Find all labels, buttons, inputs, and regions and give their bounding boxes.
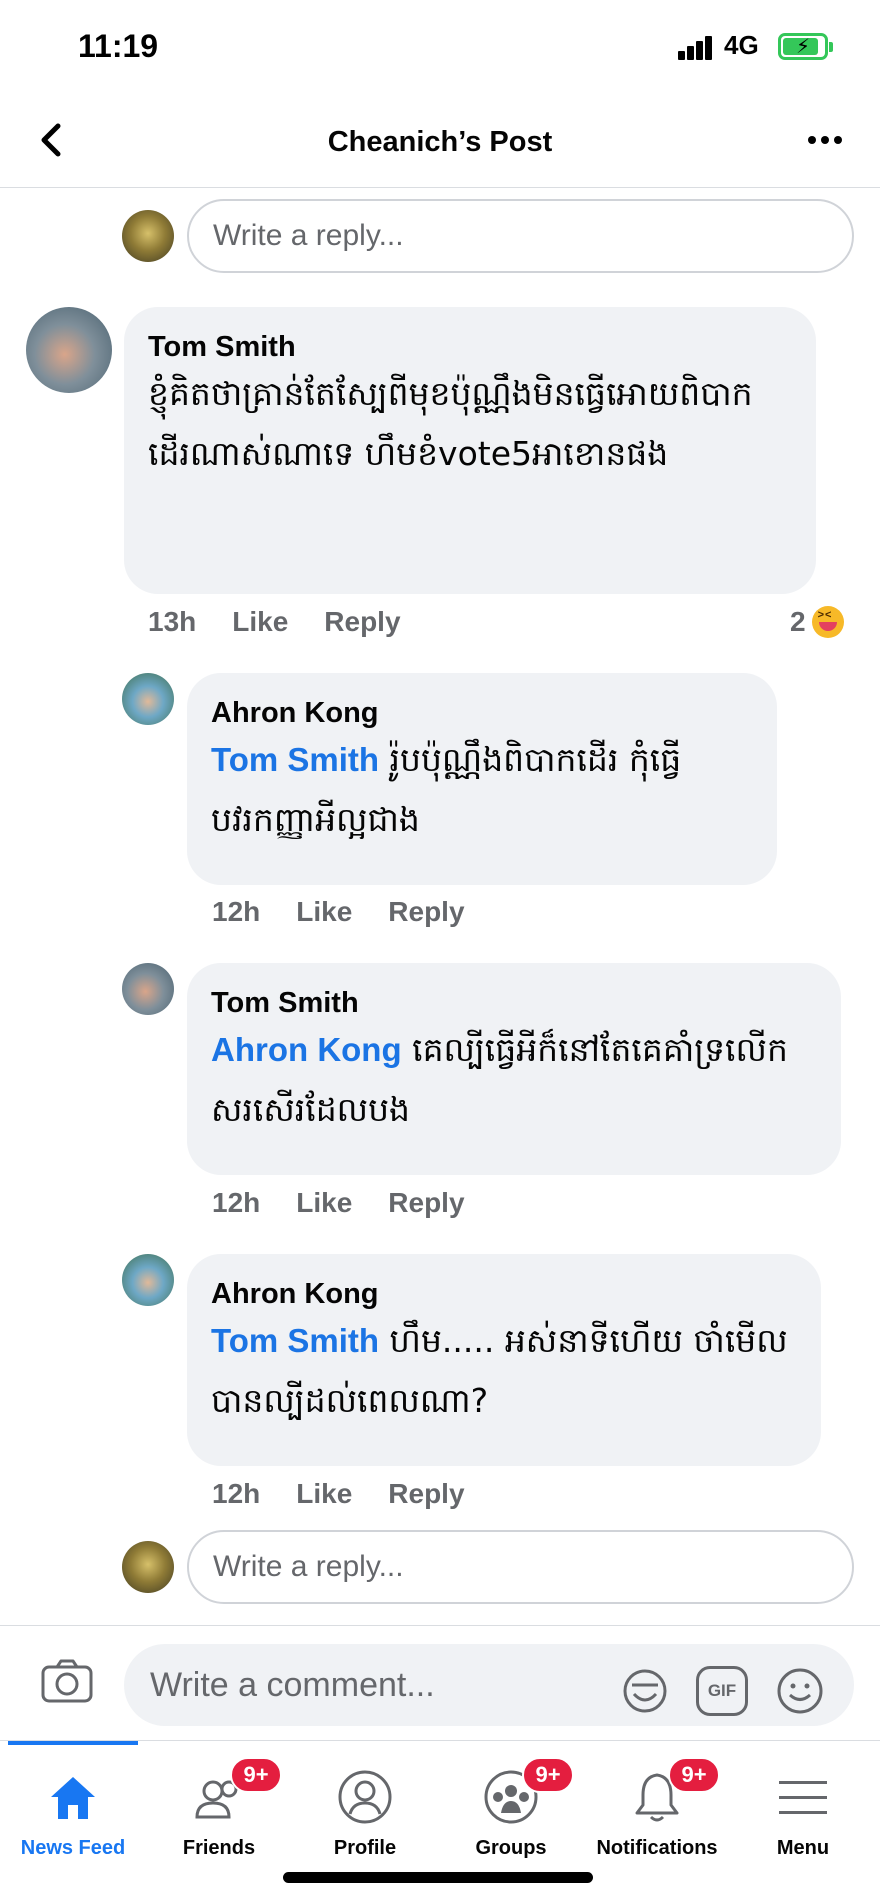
comment-author[interactable]: Tom Smith <box>148 331 792 364</box>
camera-icon[interactable] <box>40 1658 94 1704</box>
mention-link[interactable]: Tom Smith <box>211 741 379 778</box>
comment-author[interactable]: Ahron Kong <box>211 697 753 730</box>
comment-author[interactable]: Ahron Kong <box>211 1278 797 1311</box>
mention-link[interactable]: Tom Smith <box>211 1322 379 1359</box>
comment-body: Tom Smith រ៉ូបប៉ុណ្ណឹងពិបាកដើរ កុំធ្វើបវ… <box>211 730 753 850</box>
comment-author[interactable]: Tom Smith <box>211 987 817 1020</box>
comment-time[interactable]: 12h <box>212 1187 260 1219</box>
reply-button[interactable]: Reply <box>388 1187 464 1219</box>
reaction-summary[interactable]: 2 <box>790 606 844 638</box>
like-button[interactable]: Like <box>296 1187 352 1219</box>
comment-bubble: Tom Smith ខ្ញុំគិតថាគ្រាន់តែស្បែពីមុខប៉ុ… <box>124 307 816 594</box>
tab-menu[interactable]: Menu <box>730 1757 876 1867</box>
comment-composer: Write a comment... GIF <box>0 1625 880 1740</box>
status-bar: 11:19 4G ⚡ <box>0 0 880 100</box>
haha-reaction-icon <box>811 606 844 638</box>
notification-badge: 9+ <box>230 1757 282 1793</box>
comment-time[interactable]: 12h <box>212 896 260 928</box>
comment-actions: 12h Like Reply <box>212 896 465 928</box>
tab-label: Menu <box>776 1837 830 1859</box>
comment-body: Ahron Kong គេល្បីធ្វើអីក៏នៅតែគេគាំទ្រលើក… <box>211 1020 817 1140</box>
comment-actions: 13h Like Reply <box>148 606 401 638</box>
tab-friends[interactable]: 9+ Friends <box>146 1757 292 1867</box>
signal-icon <box>678 34 714 60</box>
avatar[interactable] <box>122 1541 174 1593</box>
menu-icon <box>779 1781 827 1814</box>
reply-input[interactable]: Write a reply... <box>187 1530 854 1604</box>
page-title: Cheanich’s Post <box>327 126 553 158</box>
reaction-count: 2 <box>790 606 806 637</box>
comment-actions: 12h Like Reply <box>212 1478 465 1510</box>
avatar[interactable] <box>122 963 174 1015</box>
home-icon <box>51 1777 95 1819</box>
more-options-icon[interactable] <box>808 136 848 148</box>
comment-bubble: Ahron Kong Tom Smith រ៉ូបប៉ុណ្ណឹងពិបាកដើ… <box>187 673 777 885</box>
avatar[interactable] <box>122 210 174 262</box>
network-type: 4G <box>724 30 759 60</box>
tab-label: Profile <box>333 1837 397 1859</box>
notification-badge: 9+ <box>522 1757 574 1793</box>
comment-text: ខ្ញុំគិតថាគ្រាន់តែស្បែពីមុខប៉ុណ្ណឹងមិនធ្… <box>148 374 753 473</box>
tab-profile[interactable]: Profile <box>292 1757 438 1867</box>
post-header: Cheanich’s Post <box>0 100 880 188</box>
comment-time[interactable]: 13h <box>148 606 196 638</box>
tab-label: Notifications <box>596 1837 718 1859</box>
avatar[interactable] <box>122 673 174 725</box>
mention-link[interactable]: Ahron Kong <box>211 1031 402 1068</box>
avatar[interactable] <box>26 307 112 393</box>
reply-button[interactable]: Reply <box>324 606 400 638</box>
tab-label: News Feed <box>20 1837 126 1859</box>
comment-actions: 12h Like Reply <box>212 1187 465 1219</box>
tab-label: Friends <box>182 1837 256 1859</box>
tab-notifications[interactable]: 9+ Notifications <box>584 1757 730 1867</box>
comment-body: Tom Smith ហឹម..... អស់នាទីហើយ ចាំមើលបានល… <box>211 1311 797 1431</box>
home-indicator <box>283 1872 593 1883</box>
comment-bubble: Ahron Kong Tom Smith ហឹម..... អស់នាទីហើយ… <box>187 1254 821 1466</box>
reply-button[interactable]: Reply <box>388 1478 464 1510</box>
reply-button[interactable]: Reply <box>388 896 464 928</box>
active-tab-indicator <box>8 1741 138 1745</box>
like-button[interactable]: Like <box>296 896 352 928</box>
emoji-icon[interactable] <box>775 1666 825 1716</box>
status-time: 11:19 <box>78 28 159 64</box>
reply-input[interactable]: Write a reply... <box>187 199 854 273</box>
battery-icon: ⚡ <box>778 33 833 60</box>
profile-icon <box>338 1770 392 1824</box>
gif-icon[interactable]: GIF <box>696 1666 748 1716</box>
tab-groups[interactable]: 9+ Groups <box>438 1757 584 1867</box>
tab-news-feed[interactable]: News Feed <box>0 1757 146 1867</box>
like-button[interactable]: Like <box>232 606 288 638</box>
tab-label: Groups <box>475 1837 547 1859</box>
like-button[interactable]: Like <box>296 1478 352 1510</box>
avatar[interactable] <box>122 1254 174 1306</box>
comment-bubble: Tom Smith Ahron Kong គេល្បីធ្វើអីក៏នៅតែគ… <box>187 963 841 1175</box>
notification-badge: 9+ <box>668 1757 720 1793</box>
sticker-icon[interactable] <box>620 1666 670 1716</box>
comment-time[interactable]: 12h <box>212 1478 260 1510</box>
